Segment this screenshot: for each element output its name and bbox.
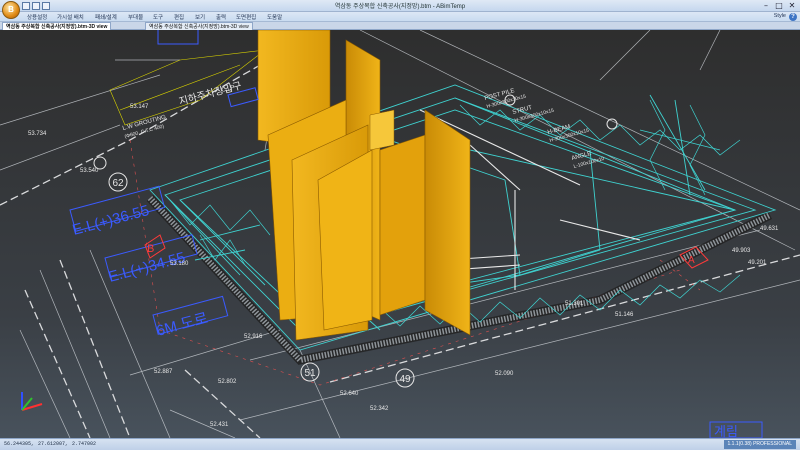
elevation-text: 51.301 xyxy=(565,301,584,307)
korean-annotation: 지하주차장입구 xyxy=(177,79,243,108)
elevation-text: 49.903 xyxy=(732,248,751,254)
help-icon[interactable]: ? xyxy=(789,13,797,21)
elevation-text: 49.201 xyxy=(748,260,767,266)
elevation-text: 53.734 xyxy=(28,131,47,137)
menu-item-temp-layout[interactable]: 가시설 배치 xyxy=(57,13,84,21)
marker-a: A xyxy=(688,255,695,266)
menu-item-view[interactable]: 보기 xyxy=(195,13,205,21)
title-bar: 역삼동 주상복합 신축공사(지정망).btm - ABimTemp – □ ✕ xyxy=(0,0,800,12)
coord-z: 2.747002 xyxy=(72,441,97,447)
elevation-text: 53.180 xyxy=(170,261,189,267)
marker-b: B xyxy=(147,243,154,255)
elevation-text: 52.090 xyxy=(495,371,514,377)
axis-triad-icon xyxy=(21,392,43,411)
elevation-text: 51.146 xyxy=(615,312,634,318)
elevation-text: 53.540 xyxy=(80,168,99,174)
el-36-label: E.L(+)36.55 xyxy=(71,202,152,239)
elevation-text: 53.147 xyxy=(130,104,149,110)
minimize-button[interactable]: – xyxy=(760,1,772,10)
elevation-text: 52.431 xyxy=(210,422,229,428)
3d-viewport[interactable]: E.L(+)36.55 E.L(+)34.55 6M 도로 계림 B A 지하주… xyxy=(0,30,800,438)
elevation-text: 52.916 xyxy=(244,334,263,340)
application-window: 역삼동 주상복합 신축공사(지정망).btm - ABimTemp – □ ✕ … xyxy=(0,0,800,450)
six-m-road-label: 6M 도로 xyxy=(155,310,210,340)
style-menu[interactable]: Style xyxy=(774,13,786,19)
menu-item-accessory[interactable]: 부대물 xyxy=(128,13,143,21)
elevation-text: 52.342 xyxy=(370,406,389,412)
coord-x: 56.244305, xyxy=(4,441,35,447)
window-title: 역삼동 주상복합 신축공사(지정망).btm - ABimTemp xyxy=(334,4,466,10)
grid-label-49: 49 xyxy=(399,374,411,385)
tab-3d-view-active[interactable]: 역삼동 주상복합 신축공사(지정망).btm-3D view xyxy=(2,22,112,30)
cad-drawing: E.L(+)36.55 E.L(+)34.55 6M 도로 계림 B A 지하주… xyxy=(0,30,800,438)
close-button[interactable]: ✕ xyxy=(786,1,798,10)
coord-y: 27.612007, xyxy=(38,441,69,447)
grid-label-62: 62 xyxy=(112,178,124,189)
grid-label-51: 51 xyxy=(304,368,316,379)
menu-item-design[interactable]: 패쇄/설계 xyxy=(95,13,117,21)
elevation-text: 49.631 xyxy=(760,226,779,232)
h-beam-post xyxy=(379,134,426,316)
elevation-text: 52.640 xyxy=(340,391,359,397)
grid-circle xyxy=(606,118,618,130)
h-beam-web xyxy=(369,109,395,151)
h-beam-post xyxy=(317,149,373,331)
maximize-button[interactable]: □ xyxy=(773,1,785,10)
menu-item-settings[interactable]: 상용설정 xyxy=(27,13,47,21)
h-beam-post xyxy=(424,109,471,336)
menu-item-output[interactable]: 출력 xyxy=(216,13,226,21)
menu-bar: 상용설정 가시설 배치 패쇄/설계 부대물 도구 편집 보기 출력 도면편집 도… xyxy=(0,12,800,22)
application-menu-button[interactable]: B xyxy=(2,1,20,19)
road-corner-label: 계림 xyxy=(714,424,738,438)
status-bar: 56.244305, 27.612007, 2.747002 1.1.1(0.3… xyxy=(0,438,800,450)
menu-item-edit[interactable]: 편집 xyxy=(174,13,184,21)
elevation-text: 52.802 xyxy=(218,379,237,385)
menu-item-tools[interactable]: 도구 xyxy=(153,13,163,21)
h-beam-posts xyxy=(257,30,471,341)
menu-item-help[interactable]: 도움말 xyxy=(267,13,282,21)
edition-badge: 1.1.1(0.38) PROFESSIONAL xyxy=(723,440,796,449)
elevation-text: 52.887 xyxy=(154,369,173,375)
document-tab-bar: 역삼동 주상복합 신축공사(지정망).btm-3D view 역삼동 주상복합 … xyxy=(0,22,800,30)
tab-3d-view[interactable]: 역삼동 주상복합 신축공사(지정망).btm-3D view xyxy=(145,22,253,30)
app-logo-letter: B xyxy=(8,5,14,14)
menu-item-drawing-edit[interactable]: 도면편집 xyxy=(236,13,256,21)
